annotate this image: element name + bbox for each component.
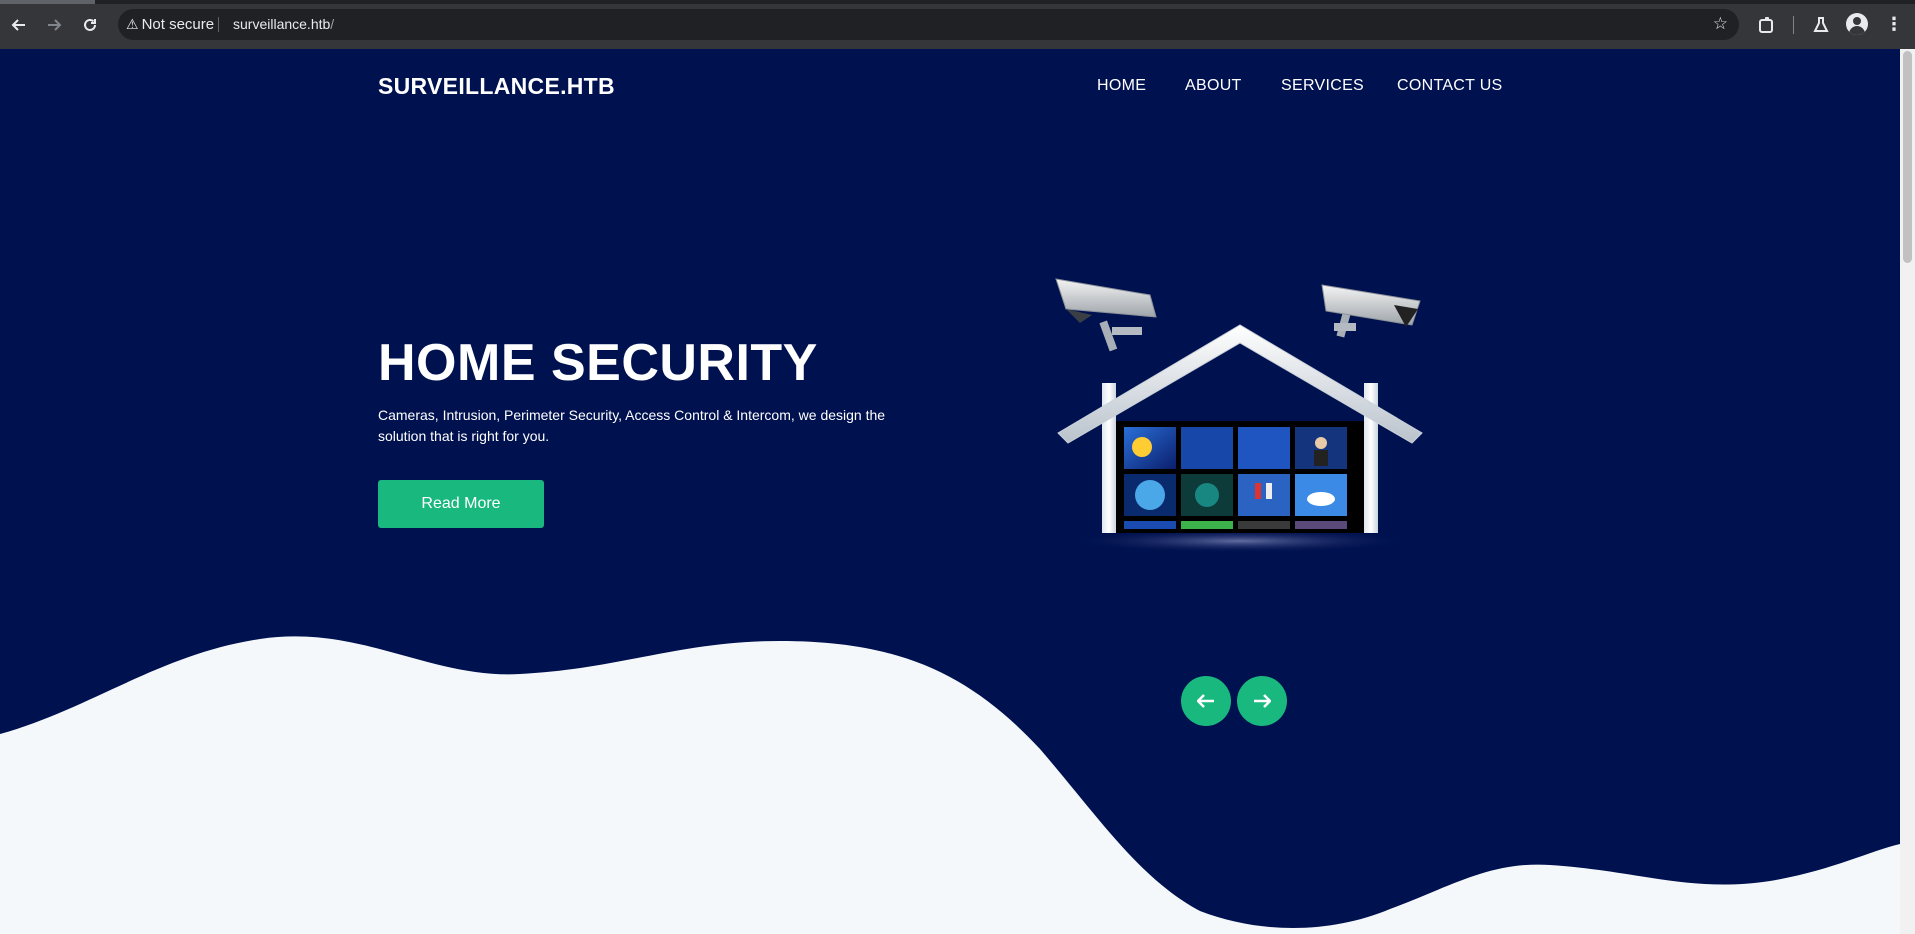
star-icon[interactable]: ☆ [1713,9,1728,40]
security-indicator[interactable]: ⚠ Not secure [126,9,214,40]
site-logo[interactable]: SURVEILLANCE.HTB [378,73,615,100]
omnibox-divider [218,17,219,32]
security-camera-left [1055,278,1157,352]
arrow-left-icon [11,19,25,31]
reload-icon [84,18,96,31]
nav-about[interactable]: ABOUT [1185,77,1242,95]
read-more-button[interactable]: Read More [378,480,544,528]
nav-contact-us[interactable]: CONTACT US [1397,77,1503,95]
forward-button[interactable] [42,13,66,37]
url-text[interactable]: surveillance.htb/ [233,9,334,40]
prev-slide-button[interactable] [1181,676,1231,726]
address-bar[interactable]: ⚠ Not secure surveillance.htb/ ☆ [118,9,1739,40]
url-path: / [330,16,335,32]
tab-strip [0,0,1915,4]
hero-section: SURVEILLANCE.HTB HOME ABOUT SERVICES CON… [0,49,1900,934]
nav-home[interactable]: HOME [1097,77,1146,95]
arrow-right-icon [48,19,62,31]
toolbar-separator [1793,16,1794,34]
url-host: surveillance.htb [233,16,331,32]
scrollbar-thumb[interactable] [1903,51,1912,263]
puzzle-icon[interactable] [1755,13,1779,37]
arrow-right-icon [1254,694,1272,708]
active-tab-indicator [0,0,95,4]
hero-description: Cameras, Intrusion, Perimeter Security, … [378,407,886,444]
person-icon[interactable] [1846,13,1868,35]
wave-shape [0,636,1900,934]
page-scrollbar[interactable] [1900,49,1915,934]
hero-title: HOME SECURITY [378,334,818,392]
kebab-menu-icon[interactable]: ⋮ [1885,13,1903,37]
security-label: Not secure [141,16,215,33]
back-button[interactable] [7,13,31,37]
warning-icon: ⚠ [126,16,139,32]
flask-icon[interactable] [1809,13,1833,37]
nav-services[interactable]: SERVICES [1281,77,1364,95]
house-security-illustration [1055,278,1423,553]
arrow-left-icon [1196,694,1214,708]
security-camera-right [1321,284,1421,338]
reload-button[interactable] [78,13,102,37]
next-slide-button[interactable] [1237,676,1287,726]
browser-toolbar: ⚠ Not secure surveillance.htb/ ☆ ⋮ [0,0,1915,49]
